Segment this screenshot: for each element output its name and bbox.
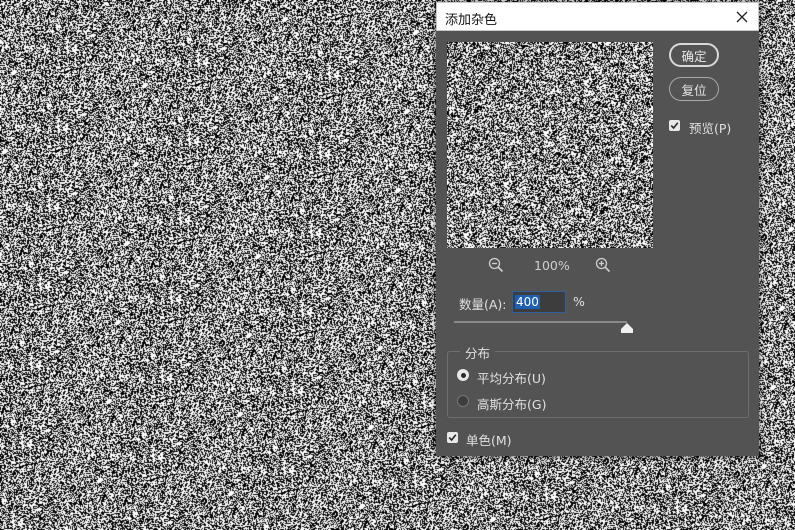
dialog-titlebar[interactable]: 添加杂色 [436,2,759,31]
monochromatic-checkbox[interactable] [447,432,458,443]
amount-input[interactable]: 400 [512,291,566,313]
ok-button[interactable]: 确定 [669,43,719,67]
close-icon [736,11,748,23]
checkmark-icon [448,434,457,442]
distribution-legend: 分布 [460,343,496,362]
uniform-label[interactable]: 平均分布(U) [477,368,546,387]
dialog-title: 添加杂色 [445,13,498,28]
amount-value: 400 [515,295,540,309]
zoom-level: 100% [534,258,570,273]
reset-button[interactable]: 复位 [669,77,719,101]
uniform-radio[interactable] [457,369,469,381]
preview-label: 预览(P) [689,121,732,136]
zoom-out-icon[interactable] [488,257,504,273]
amount-slider-track[interactable] [454,321,627,323]
gaussian-label[interactable]: 高斯分布(G) [477,394,546,413]
add-noise-dialog: 添加杂色 确定 复位 预览(P) 100% 数量(A): 400 % 分布 平均… [436,2,759,456]
gaussian-radio[interactable] [457,395,469,407]
preview-image[interactable] [447,42,653,248]
close-button[interactable] [732,7,752,27]
zoom-in-icon[interactable] [595,257,611,273]
amount-label: 数量(A): [459,297,507,312]
slider-thumb-icon[interactable] [621,323,633,333]
preview-checkbox[interactable] [669,120,680,131]
checkmark-icon [670,122,679,130]
amount-unit: % [573,294,585,309]
monochromatic-label[interactable]: 单色(M) [466,430,512,449]
